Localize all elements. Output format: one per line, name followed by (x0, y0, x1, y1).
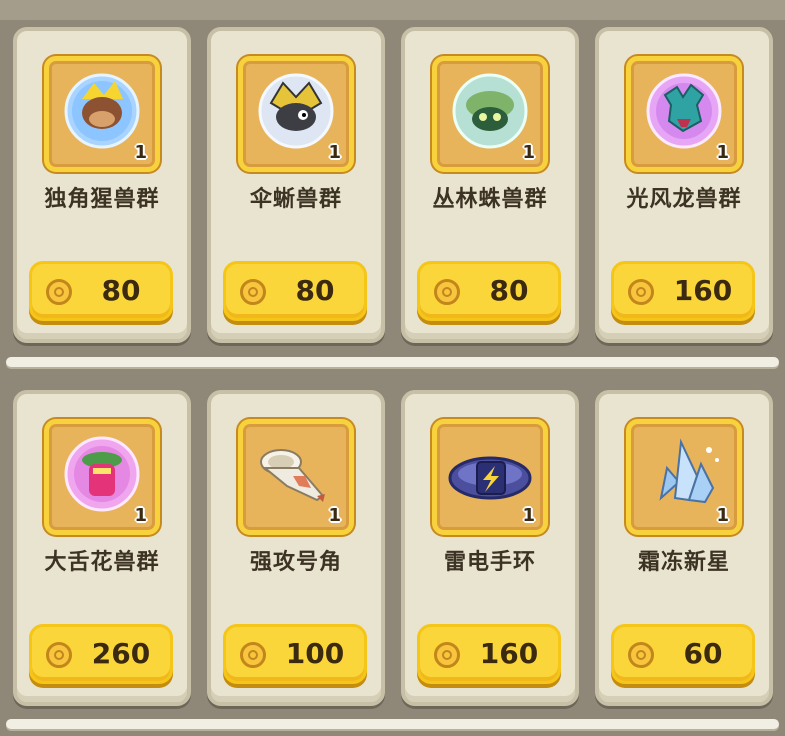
shop-item-card[interactable]: 1 伞蜥兽群 80 (207, 27, 385, 343)
item-quantity: 1 (522, 505, 535, 526)
item-name: 雷电手环 (443, 550, 536, 575)
item-quantity: 1 (134, 505, 147, 526)
item-price: 80 (295, 274, 335, 307)
item-name: 光风龙兽群 (626, 187, 742, 212)
item-icon-frame: 1 (432, 56, 548, 172)
item-icon-frame: 1 (44, 419, 160, 535)
buy-button[interactable]: 80 (223, 261, 367, 321)
item-icon-frame: 1 (626, 419, 742, 535)
shop-item-card[interactable]: 1 强攻号角 100 (207, 390, 385, 706)
shop-item-card[interactable]: 1 光风龙兽群 160 (595, 27, 773, 343)
shelf-divider (6, 719, 779, 729)
buy-button[interactable]: 160 (417, 624, 561, 684)
item-icon-frame: 1 (626, 56, 742, 172)
coin-icon (434, 642, 460, 668)
item-quantity: 1 (716, 142, 729, 163)
shop-grid: 1 独角猩兽群 80 1 伞蜥兽群 80 1 丛林蛛兽群 80 1 光风龙兽群 … (0, 0, 785, 736)
item-quantity: 1 (134, 142, 147, 163)
shop-item-card[interactable]: 1 雷电手环 160 (401, 390, 579, 706)
buy-button[interactable]: 100 (223, 624, 367, 684)
coin-icon (46, 279, 72, 305)
item-name: 强攻号角 (249, 550, 342, 575)
item-name: 霜冻新星 (637, 550, 730, 575)
item-name: 丛林蛛兽群 (432, 187, 548, 212)
coin-icon (46, 642, 72, 668)
shelf-divider (6, 357, 779, 367)
item-icon-frame: 1 (238, 419, 354, 535)
item-price: 160 (673, 274, 733, 307)
item-name: 独角猩兽群 (44, 187, 160, 212)
item-quantity: 1 (522, 142, 535, 163)
buy-button[interactable]: 80 (417, 261, 561, 321)
buy-button[interactable]: 80 (29, 261, 173, 321)
item-quantity: 1 (328, 505, 341, 526)
shop-item-card[interactable]: 1 丛林蛛兽群 80 (401, 27, 579, 343)
item-name: 伞蜥兽群 (249, 187, 342, 212)
coin-icon (628, 642, 654, 668)
shop-item-card[interactable]: 1 独角猩兽群 80 (13, 27, 191, 343)
buy-button[interactable]: 60 (611, 624, 755, 684)
item-price: 80 (489, 274, 529, 307)
item-name: 大舌花兽群 (44, 550, 160, 575)
item-price: 160 (479, 637, 539, 670)
coin-icon (240, 279, 266, 305)
shop-item-card[interactable]: 1 霜冻新星 60 (595, 390, 773, 706)
coin-icon (434, 279, 460, 305)
item-quantity: 1 (328, 142, 341, 163)
item-quantity: 1 (716, 505, 729, 526)
shop-item-card[interactable]: 1 大舌花兽群 260 (13, 390, 191, 706)
item-price: 60 (683, 637, 723, 670)
coin-icon (628, 279, 654, 305)
coin-icon (240, 642, 266, 668)
item-price: 80 (101, 274, 141, 307)
item-price: 100 (285, 637, 345, 670)
item-price: 260 (91, 637, 151, 670)
buy-button[interactable]: 260 (29, 624, 173, 684)
item-icon-frame: 1 (238, 56, 354, 172)
item-icon-frame: 1 (432, 419, 548, 535)
buy-button[interactable]: 160 (611, 261, 755, 321)
item-icon-frame: 1 (44, 56, 160, 172)
